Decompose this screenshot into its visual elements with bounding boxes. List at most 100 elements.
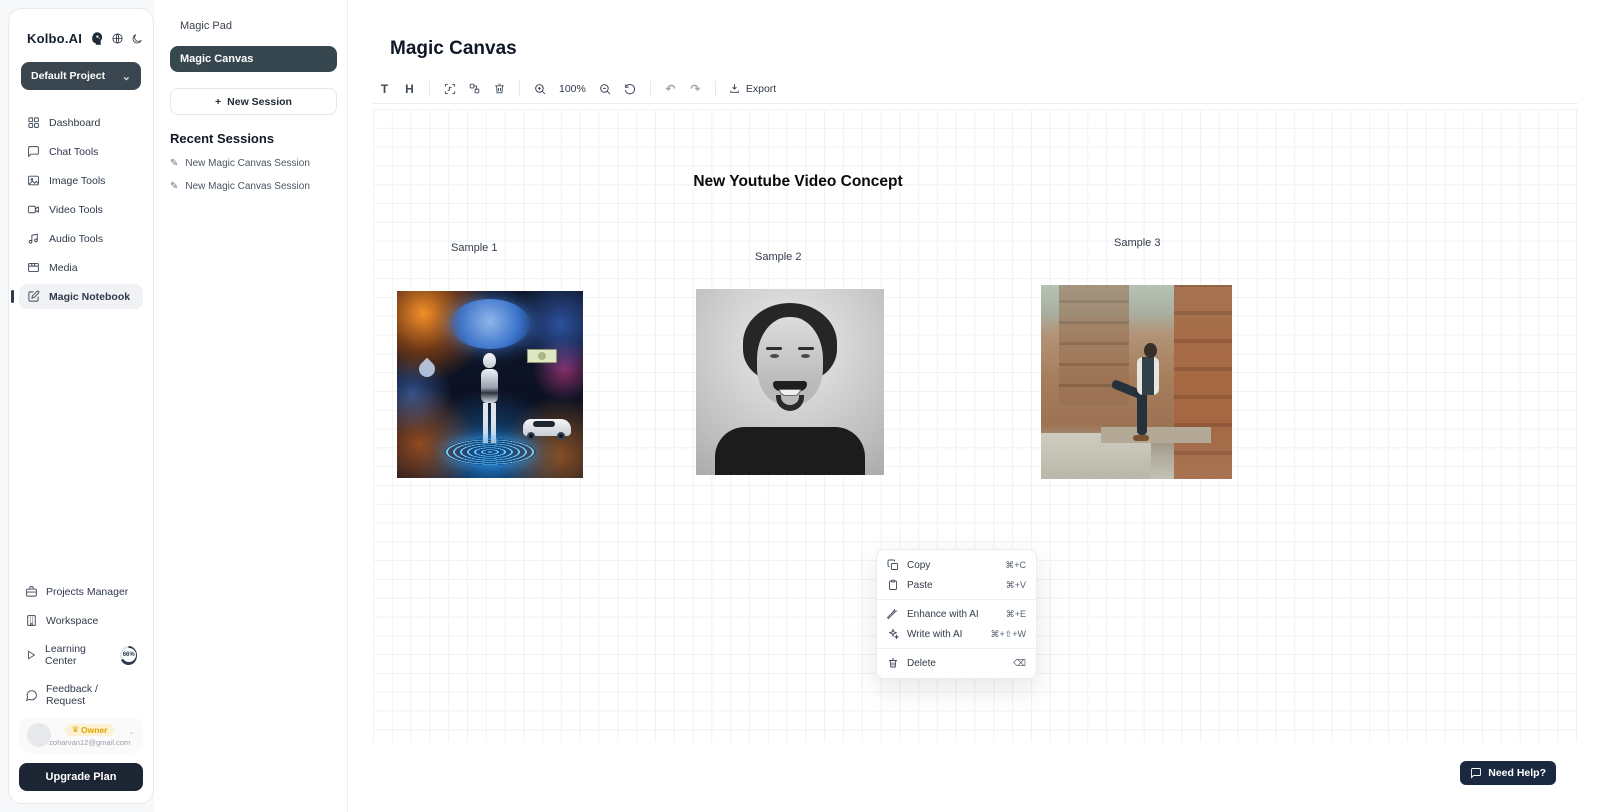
portrait-shoulders-graphic — [715, 427, 865, 475]
sidebar-item-label: Image Tools — [49, 175, 105, 187]
zoom-level-display[interactable]: 100% — [553, 83, 592, 95]
sidebar-item-workspace[interactable]: Workspace — [19, 610, 143, 631]
new-session-button[interactable]: + New Session — [170, 88, 337, 115]
delete-tool-button[interactable] — [488, 78, 511, 99]
sample-2-label[interactable]: Sample 2 — [755, 251, 801, 263]
context-menu-shortcut: ⌘+C — [1005, 560, 1026, 571]
zoom-out-button[interactable] — [594, 78, 617, 99]
brand-logo-text: Kolbo.AI — [27, 31, 82, 46]
briefcase-icon — [25, 585, 38, 598]
toolbar-separator — [519, 81, 520, 96]
redo-button[interactable]: ↷ — [684, 78, 707, 99]
music-note-icon — [27, 232, 40, 245]
context-menu-item-write-with-ai[interactable]: Write with AI ⌘+⇧+W — [877, 624, 1036, 644]
context-menu-separator — [877, 648, 1036, 649]
context-menu-item-delete[interactable]: Delete ⌫ — [877, 653, 1036, 673]
owner-role-label: Owner — [81, 725, 107, 735]
heading-tool-button[interactable]: H — [398, 78, 421, 99]
flow-node-tool-button[interactable] — [463, 78, 486, 99]
language-globe-icon[interactable] — [111, 32, 124, 45]
help-chat-icon — [1470, 767, 1482, 779]
sidebar-item-audio-tools[interactable]: Audio Tools — [19, 226, 143, 251]
sample-1-label[interactable]: Sample 1 — [451, 242, 497, 254]
chevron-up-icon: ⌃ — [128, 731, 135, 740]
zoom-in-button[interactable] — [528, 78, 551, 99]
ai-scan-tool-button[interactable] — [438, 78, 461, 99]
magic-canvas-grid[interactable]: New Youtube Video Concept Sample 1 Sampl… — [373, 109, 1578, 742]
user-avatar — [27, 723, 51, 747]
recent-sessions-list: ✎ New Magic Canvas Session ✎ New Magic C… — [170, 158, 337, 192]
footer-item-label: Feedback / Request — [46, 683, 137, 707]
seated-man-graphic — [1144, 343, 1157, 358]
undo-button[interactable]: ↶ — [659, 78, 682, 99]
car-wheel-graphic — [527, 432, 535, 440]
portrait-eye-graphic — [801, 354, 810, 358]
context-menu-separator — [877, 599, 1036, 600]
page-title: Magic Canvas — [390, 38, 517, 60]
glow-platform-graphic — [444, 439, 536, 465]
canvas-heading-text[interactable]: New Youtube Video Concept — [673, 173, 923, 191]
sidebar-item-label: Dashboard — [49, 117, 100, 129]
context-menu-shortcut: ⌘+E — [1006, 609, 1026, 620]
project-selector-dropdown[interactable]: Default Project ⌄ — [21, 62, 141, 90]
portrait-beard-graphic — [776, 395, 804, 411]
nav-magic-canvas[interactable]: Magic Canvas — [170, 46, 337, 72]
context-menu-item-paste[interactable]: Paste ⌘+V — [877, 575, 1036, 595]
magic-wand-icon — [887, 608, 899, 620]
owner-role-badge: ♛ Owner — [65, 724, 115, 736]
context-menu-shortcut: ⌘+⇧+W — [990, 629, 1026, 640]
export-button[interactable]: Export — [724, 82, 780, 95]
sidebar-item-learning-center[interactable]: Learning Center 66% — [19, 639, 143, 671]
sidebar-footer-nav: Projects Manager Workspace Learning Cent… — [19, 581, 143, 717]
pencil-icon: ✎ — [170, 181, 178, 192]
context-menu-shortcut: ⌘+V — [1006, 580, 1026, 591]
dark-mode-moon-icon[interactable] — [131, 33, 143, 45]
reset-view-button[interactable] — [619, 78, 642, 99]
sidebar-item-magic-notebook[interactable]: Magic Notebook — [19, 284, 143, 309]
new-session-label: New Session — [227, 96, 292, 108]
user-account-card[interactable]: ♛ Owner zoharvan12@gmail.com ⌃ — [19, 717, 143, 753]
notebook-pen-icon — [27, 290, 40, 303]
need-help-button[interactable]: Need Help? — [1460, 761, 1556, 785]
brand-row: Kolbo.AI — [19, 23, 143, 46]
upgrade-plan-button[interactable]: Upgrade Plan — [19, 763, 143, 791]
canvas-toolbar: T H 100% ↶ ↷ Export — [373, 78, 1578, 104]
sidebar-item-chat-tools[interactable]: Chat Tools — [19, 139, 143, 164]
sidebar-item-projects-manager[interactable]: Projects Manager — [19, 581, 143, 602]
sidebar-spacer — [19, 309, 143, 581]
sidebar-item-label: Chat Tools — [49, 146, 98, 158]
footer-item-label: Projects Manager — [46, 586, 128, 598]
sample-1-image[interactable] — [397, 291, 583, 478]
context-menu-shortcut: ⌫ — [1013, 658, 1026, 669]
portrait-eye-graphic — [770, 354, 779, 358]
recent-session-item[interactable]: ✎ New Magic Canvas Session — [170, 181, 337, 192]
text-tool-button[interactable]: T — [373, 78, 396, 99]
sidebar-item-feedback-request[interactable]: Feedback / Request — [19, 679, 143, 711]
sample-3-image[interactable] — [1041, 285, 1232, 479]
context-menu-label: Enhance with AI — [907, 609, 979, 620]
seated-man-graphic — [1137, 391, 1147, 435]
context-menu-label: Copy — [907, 560, 930, 571]
sidebar-item-media[interactable]: Media — [19, 255, 143, 280]
context-menu-label: Write with AI — [907, 629, 962, 640]
plus-icon: + — [215, 96, 221, 108]
learning-progress-value: 66% — [122, 648, 136, 662]
sidebar-item-label: Media — [49, 262, 78, 274]
chat-bubble-icon — [27, 145, 40, 158]
sidebar-item-video-tools[interactable]: Video Tools — [19, 197, 143, 222]
context-menu-item-copy[interactable]: Copy ⌘+C — [877, 555, 1036, 575]
sample-2-image[interactable] — [696, 289, 884, 475]
robot-graphic — [481, 369, 498, 403]
portrait-brow-graphic — [766, 347, 782, 350]
sidebar-item-label: Video Tools — [49, 204, 103, 216]
nav-magic-pad[interactable]: Magic Pad — [170, 14, 337, 38]
media-clapper-icon — [27, 261, 40, 274]
feedback-bubble-icon — [25, 689, 38, 702]
sidebar-item-dashboard[interactable]: Dashboard — [19, 110, 143, 135]
sample-3-label[interactable]: Sample 3 — [1114, 237, 1160, 249]
building-icon — [25, 614, 38, 627]
sidebar-item-label: Audio Tools — [49, 233, 103, 245]
context-menu-item-enhance-with-ai[interactable]: Enhance with AI ⌘+E — [877, 604, 1036, 624]
recent-session-item[interactable]: ✎ New Magic Canvas Session — [170, 158, 337, 169]
sidebar-item-image-tools[interactable]: Image Tools — [19, 168, 143, 193]
